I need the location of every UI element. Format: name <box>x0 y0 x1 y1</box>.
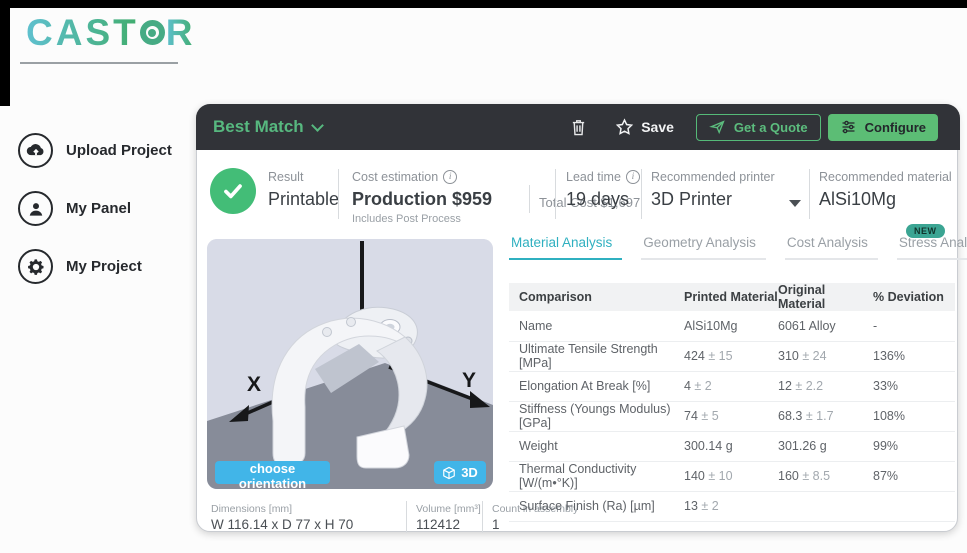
configure-label: Configure <box>865 120 926 135</box>
cost-note: Includes Post Process <box>352 213 461 225</box>
tab-geometry-analysis[interactable]: Geometry Analysis <box>641 235 766 260</box>
save-button[interactable]: Save <box>615 118 674 136</box>
analysis-panel: Best Match Save Get a Quote Configure <box>196 104 958 532</box>
recommended-material-value: AlSi10Mg <box>819 189 896 210</box>
table-row: Weight 300.14 g 301.26 g 99% <box>509 431 955 461</box>
column-header: Original Material <box>778 283 873 311</box>
app-window: CAST R Upload Project My Panel My Project… <box>0 0 967 553</box>
count-in-assembly-value: 1 <box>492 517 500 532</box>
best-match-label: Best Match <box>213 117 304 137</box>
table-row: Surface Finish (Ra) [µm] 13 ± 2 <box>509 491 955 521</box>
get-a-quote-button[interactable]: Get a Quote <box>696 114 821 141</box>
info-icon[interactable]: i <box>443 170 457 184</box>
axis-y-label: Y <box>462 369 476 392</box>
get-a-quote-label: Get a Quote <box>734 120 808 135</box>
gear-icon <box>18 249 53 284</box>
cloud-upload-icon <box>18 133 53 168</box>
star-icon <box>615 118 634 136</box>
choose-orientation-button[interactable]: choose orientation <box>215 461 330 484</box>
view-3d-label: 3D <box>461 465 478 480</box>
table-row: Elongation At Break [%] 4 ± 2 12 ± 2.2 3… <box>509 371 955 401</box>
model-3d-render: X Y <box>207 239 493 489</box>
table-row: Stiffness (Youngs Modulus) [GPa] 74 ± 5 … <box>509 401 955 431</box>
logo-o-target-icon <box>140 20 165 45</box>
result-value: Printable <box>268 189 339 210</box>
recommended-printer-value: 3D Printer <box>651 189 732 210</box>
table-row: Thermal Conductivity [W/(m•°K)] 140 ± 10… <box>509 461 955 491</box>
configure-button[interactable]: Configure <box>828 114 938 141</box>
table-row: Ultimate Tensile Strength [MPa] 424 ± 15… <box>509 341 955 371</box>
volume-label: Volume [mm³] <box>416 503 481 515</box>
sidebar-item-my-panel[interactable]: My Panel <box>18 191 131 226</box>
tab-cost-analysis[interactable]: Cost Analysis <box>785 235 878 260</box>
column-header: Comparison <box>509 283 684 311</box>
tab-material-analysis[interactable]: Material Analysis <box>509 235 622 260</box>
dimensions-value: W 116.14 x D 77 x H 70 <box>211 517 353 532</box>
view-3d-button[interactable]: 3D <box>434 461 486 484</box>
info-icon[interactable]: i <box>626 170 640 184</box>
sidebar-label: My Panel <box>66 200 131 217</box>
delete-button[interactable] <box>570 118 587 137</box>
panel-header: Best Match Save Get a Quote Configure <box>196 104 960 150</box>
castor-logo: CAST R <box>26 12 195 54</box>
production-cost-value: Production $959 <box>352 189 492 210</box>
user-icon <box>18 191 53 226</box>
lead-time-label: Lead time i <box>566 170 640 184</box>
dimensions-label: Dimensions [mm] <box>211 503 292 515</box>
cube-icon <box>442 466 456 480</box>
analysis-tabs: Material Analysis Geometry Analysis Cost… <box>509 235 967 260</box>
letterbox-left <box>0 0 10 106</box>
result-label: Result <box>268 170 303 184</box>
sidebar-label: My Project <box>66 258 142 275</box>
material-comparison-table: Comparison Printed Material Original Mat… <box>509 283 955 522</box>
recommended-printer-label: Recommended printer <box>651 170 775 184</box>
logo-text-left: CAST <box>26 12 139 53</box>
lead-time-value: 19 days <box>566 189 629 210</box>
recommended-material-label: Recommended material <box>819 170 952 184</box>
save-label: Save <box>641 119 674 135</box>
sliders-icon <box>840 119 857 135</box>
column-header: % Deviation <box>873 283 955 311</box>
volume-value: 112412 <box>416 517 460 532</box>
logo-text-right: R <box>166 12 196 53</box>
model-viewport[interactable]: X Y <box>207 239 493 489</box>
printable-check-icon <box>210 168 256 214</box>
table-row: Name AlSi10Mg 6061 Alloy - <box>509 311 955 341</box>
logo-underline <box>20 62 178 64</box>
table-header-row: Comparison Printed Material Original Mat… <box>509 283 955 311</box>
paper-plane-icon <box>709 119 726 135</box>
column-header: Printed Material <box>684 283 778 311</box>
best-match-dropdown[interactable]: Best Match <box>213 117 322 137</box>
sidebar-item-my-project[interactable]: My Project <box>18 249 142 284</box>
sidebar-label: Upload Project <box>66 142 172 159</box>
tab-stress-analysis[interactable]: Stress Analysis <box>897 235 967 260</box>
printer-dropdown-arrow[interactable] <box>789 200 801 207</box>
chevron-down-icon <box>311 119 324 132</box>
header-actions: Save Get a Quote Configure <box>570 114 938 141</box>
cost-estimation-label: Cost estimation i <box>352 170 457 184</box>
sidebar-item-upload-project[interactable]: Upload Project <box>18 133 172 168</box>
letterbox-top <box>0 0 967 8</box>
axis-x-label: X <box>247 373 261 396</box>
